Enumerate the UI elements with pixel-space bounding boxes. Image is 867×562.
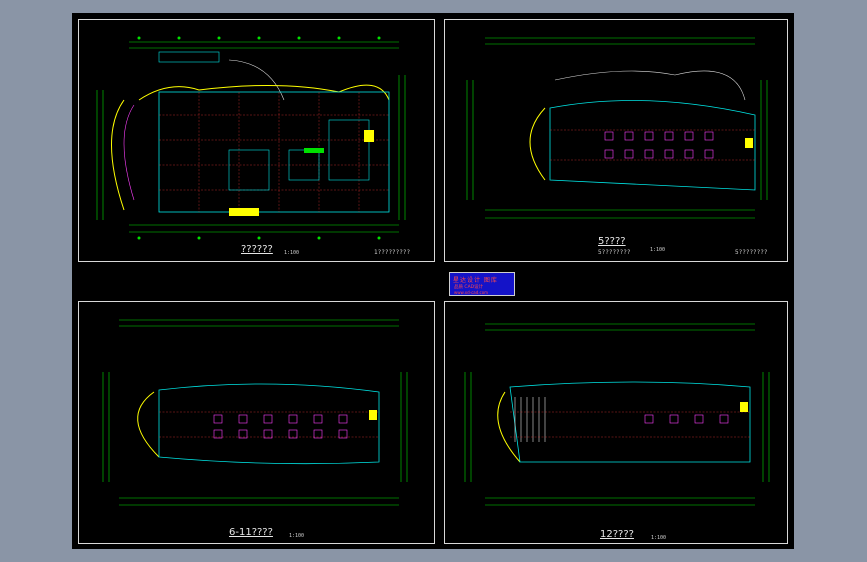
sixth-eleventh-floor-drawing — [102, 319, 408, 506]
sheet-title: 6-11???? — [229, 527, 273, 538]
sheet-scale: 1:100 — [284, 250, 300, 256]
ground-floor-drawing — [96, 36, 406, 240]
sheet-sixth-eleventh-floor-plan[interactable]: 6-11???? 1:100 — [78, 301, 435, 544]
stamp-line-3: www.xd-cad.com — [454, 290, 489, 295]
sheet-title: ?????? — [241, 244, 273, 255]
sheet-scale: 1:100 — [289, 533, 305, 539]
fifth-floor-drawing — [466, 37, 768, 219]
sheet-subtitle: 5???????? — [598, 249, 631, 256]
watermark-stamp: 星达设计 图库 品质 CAD设计 www.xd-cad.com — [449, 272, 515, 296]
sheet-fifth-floor-plan[interactable]: 5???? 5???????? 1:100 5???????? — [444, 19, 788, 262]
sheet-ground-floor-plan[interactable]: ?????? 1:100 1????????? — [78, 19, 435, 262]
sheet-twelfth-floor-plan[interactable]: 12???? 1:100 — [444, 301, 788, 544]
sheet-scale: 1:100 — [650, 247, 666, 253]
sheet-title: 5???? — [598, 236, 626, 247]
sheet-note: 1????????? — [374, 249, 411, 256]
sheet-scale: 1:100 — [651, 535, 667, 541]
stamp-line-1: 星达设计 图库 — [453, 277, 498, 284]
cad-drawing-canvas[interactable]: ?????? 1:100 1????????? 5???? 5???????? … — [72, 13, 794, 549]
sheet-title: 12???? — [600, 529, 634, 540]
sheet-note: 5???????? — [735, 249, 768, 256]
twelfth-floor-drawing — [464, 323, 770, 506]
